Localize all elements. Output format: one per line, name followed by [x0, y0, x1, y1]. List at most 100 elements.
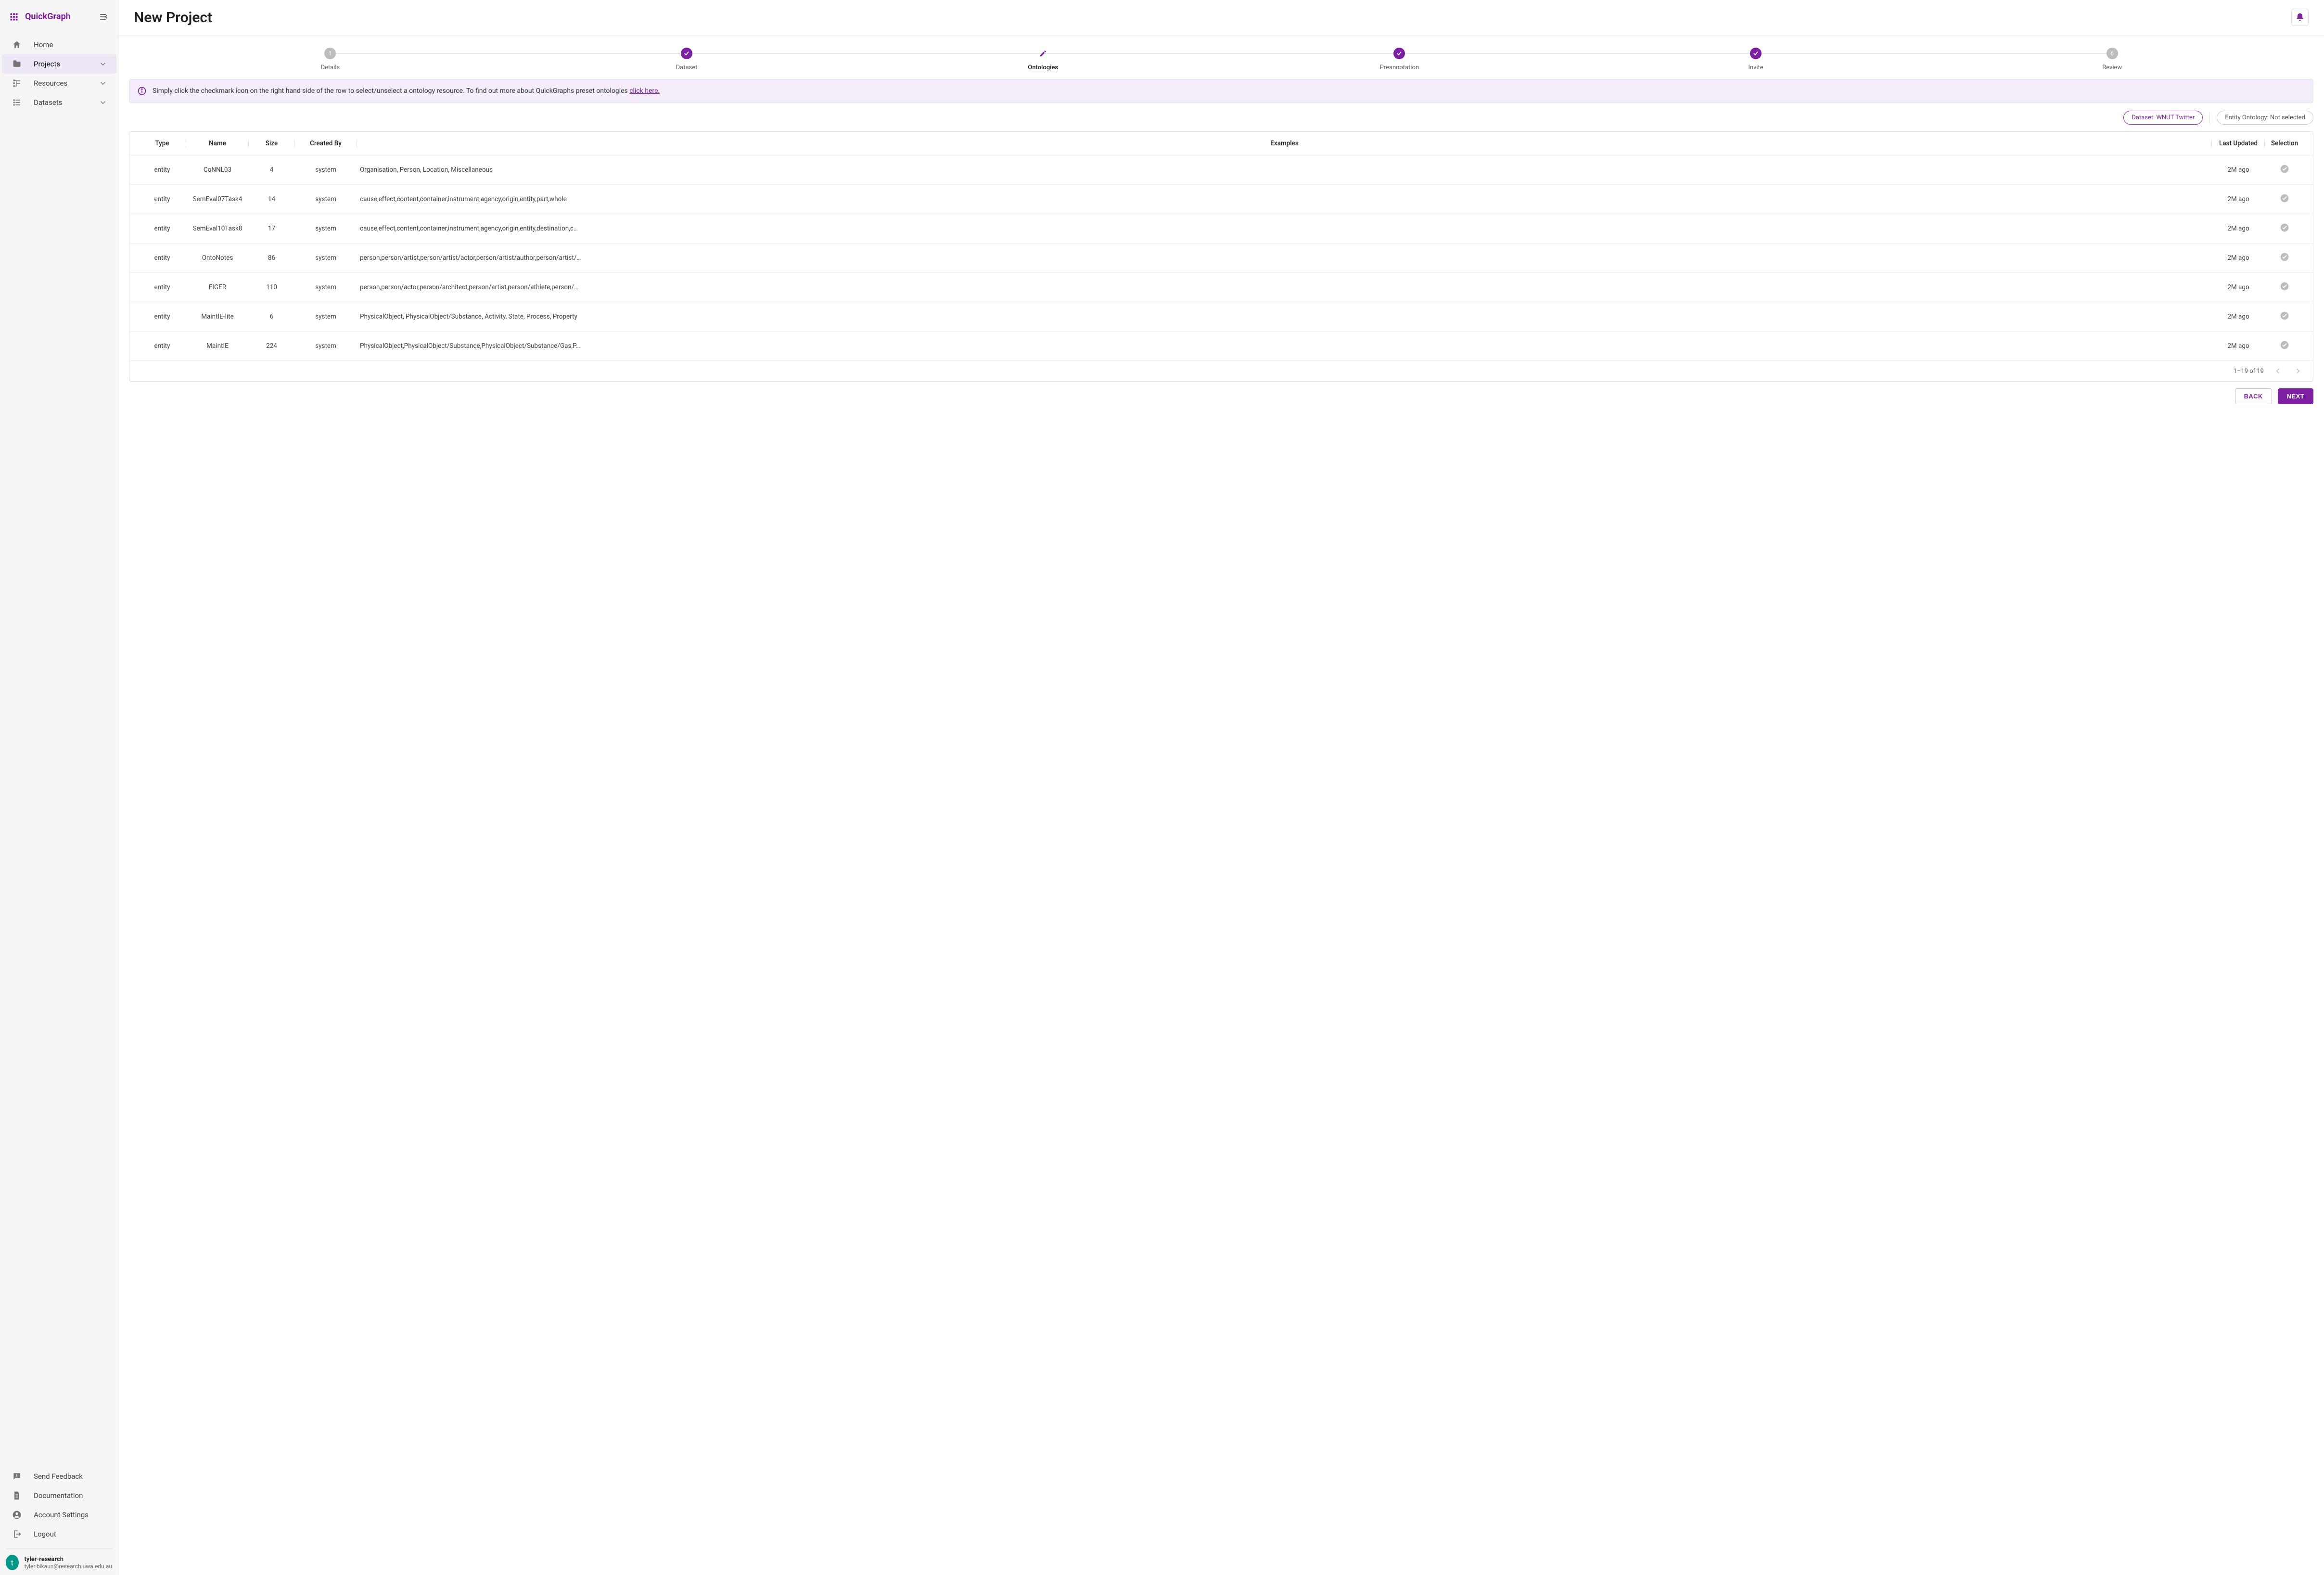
- table-row[interactable]: entity CoNNL03 4 system Organisation, Pe…: [129, 155, 2313, 184]
- notifications-button[interactable]: [2291, 9, 2309, 26]
- cell-name: OntoNotes: [186, 254, 249, 262]
- sidebar-item-label: Logout: [34, 1530, 56, 1538]
- logo[interactable]: QuickGraph: [10, 12, 71, 22]
- cell-selection: [2265, 311, 2304, 322]
- sidebar-item-feedback[interactable]: Send Feedback: [2, 1467, 116, 1486]
- col-size[interactable]: Size: [249, 140, 294, 147]
- col-selection[interactable]: Selection: [2265, 140, 2304, 147]
- cell-updated: 2M ago: [2212, 225, 2265, 232]
- cell-name: MaintIE: [186, 342, 249, 350]
- cell-size: 17: [249, 225, 294, 232]
- table-row[interactable]: entity MaintIE-lite 6 system PhysicalObj…: [129, 302, 2313, 331]
- sidebar-item-resources[interactable]: Resources: [2, 74, 116, 93]
- step-preannotation[interactable]: Preannotation: [1221, 48, 1578, 71]
- sidebar-item-logout[interactable]: Logout: [2, 1524, 116, 1544]
- pagination-next[interactable]: [2292, 365, 2304, 377]
- action-buttons: BACK NEXT: [118, 382, 2324, 413]
- step-dataset[interactable]: Dataset: [509, 48, 865, 71]
- cell-updated: 2M ago: [2212, 313, 2265, 320]
- info-icon: [137, 86, 147, 96]
- step-ontologies[interactable]: Ontologies: [865, 48, 1221, 71]
- chip-separator: [2209, 112, 2210, 124]
- sidebar: QuickGraph Home Projects Resources: [0, 0, 118, 1575]
- cell-created-by: system: [294, 342, 357, 350]
- cell-size: 224: [249, 342, 294, 350]
- cell-name: SemEval07Task4: [186, 195, 249, 203]
- user-block[interactable]: t tyler-research tyler.bikaun@research.u…: [6, 1549, 112, 1570]
- cell-type: entity: [138, 225, 186, 232]
- next-button[interactable]: NEXT: [2278, 388, 2313, 404]
- cell-type: entity: [138, 283, 186, 291]
- cell-updated: 2M ago: [2212, 342, 2265, 350]
- table-row[interactable]: entity MaintIE 224 system PhysicalObject…: [129, 331, 2313, 360]
- select-checkmark-icon[interactable]: [2280, 164, 2289, 174]
- cell-selection: [2265, 340, 2304, 352]
- pagination-info: 1–19 of 19: [2234, 368, 2264, 375]
- back-button[interactable]: BACK: [2235, 388, 2272, 404]
- account-icon: [12, 1510, 22, 1520]
- step-number: 1: [324, 48, 336, 59]
- app-name: QuickGraph: [25, 12, 71, 22]
- sidebar-item-label: Account Settings: [34, 1511, 89, 1519]
- select-checkmark-icon[interactable]: [2280, 340, 2289, 350]
- chevron-down-icon: [99, 60, 107, 68]
- col-created-by[interactable]: Created By: [294, 140, 357, 147]
- select-checkmark-icon[interactable]: [2280, 252, 2289, 262]
- sidebar-collapse-button[interactable]: [99, 12, 108, 22]
- folder-icon: [12, 59, 22, 69]
- cell-examples: Organisation, Person, Location, Miscella…: [357, 166, 2212, 174]
- cell-name: CoNNL03: [186, 166, 249, 174]
- table-row[interactable]: entity FIGER 110 system person,person/ac…: [129, 272, 2313, 302]
- step-review[interactable]: 6 Review: [1934, 48, 2290, 71]
- cell-created-by: system: [294, 254, 357, 262]
- cell-updated: 2M ago: [2212, 195, 2265, 203]
- main-content: New Project 1 Details Dataset Ontologies: [118, 0, 2324, 1575]
- list-icon: [12, 98, 22, 107]
- filter-chips: Dataset: WNUT Twitter Entity Ontology: N…: [118, 111, 2324, 131]
- sidebar-item-label: Documentation: [34, 1491, 83, 1500]
- table-row[interactable]: entity SemEval07Task4 14 system cause,ef…: [129, 184, 2313, 214]
- col-examples[interactable]: Examples: [357, 140, 2212, 147]
- select-checkmark-icon[interactable]: [2280, 311, 2289, 320]
- sidebar-item-label: Resources: [34, 79, 67, 88]
- col-type[interactable]: Type: [138, 140, 186, 147]
- sidebar-item-home[interactable]: Home: [2, 35, 116, 54]
- table-pagination: 1–19 of 19: [129, 360, 2313, 381]
- select-checkmark-icon[interactable]: [2280, 223, 2289, 232]
- dataset-chip[interactable]: Dataset: WNUT Twitter: [2123, 111, 2203, 125]
- select-checkmark-icon[interactable]: [2280, 282, 2289, 291]
- avatar: t: [6, 1555, 19, 1570]
- step-label: Dataset: [676, 64, 698, 71]
- ontology-table: Type Name Size Created By Examples Last …: [129, 131, 2313, 382]
- step-invite[interactable]: Invite: [1578, 48, 1934, 71]
- sidebar-footer: Send Feedback Documentation Account Sett…: [0, 1467, 118, 1544]
- table-row[interactable]: entity SemEval10Task8 17 system cause,ef…: [129, 214, 2313, 243]
- sidebar-item-projects[interactable]: Projects: [2, 54, 116, 74]
- sidebar-item-datasets[interactable]: Datasets: [2, 93, 116, 112]
- cell-examples: PhysicalObject,PhysicalObject/Substance,…: [357, 342, 2212, 350]
- hierarchy-icon: [12, 78, 22, 88]
- chevron-down-icon: [99, 98, 107, 107]
- sidebar-item-account[interactable]: Account Settings: [2, 1505, 116, 1524]
- edit-icon: [1037, 48, 1049, 59]
- entity-ontology-chip[interactable]: Entity Ontology: Not selected: [2217, 111, 2313, 125]
- cell-selection: [2265, 223, 2304, 234]
- col-name[interactable]: Name: [186, 140, 249, 147]
- primary-nav: Home Projects Resources Datasets: [0, 35, 118, 112]
- sidebar-item-documentation[interactable]: Documentation: [2, 1486, 116, 1505]
- cell-created-by: system: [294, 195, 357, 203]
- banner-link[interactable]: click here.: [629, 87, 660, 95]
- cell-type: entity: [138, 342, 186, 350]
- table-header: Type Name Size Created By Examples Last …: [129, 132, 2313, 155]
- step-details[interactable]: 1 Details: [152, 48, 509, 71]
- cell-updated: 2M ago: [2212, 283, 2265, 291]
- cell-created-by: system: [294, 313, 357, 320]
- cell-examples: cause,effect,content,container,instrumen…: [357, 225, 2212, 232]
- table-row[interactable]: entity OntoNotes 86 system person,person…: [129, 243, 2313, 272]
- sidebar-item-label: Send Feedback: [34, 1472, 83, 1481]
- cell-created-by: system: [294, 225, 357, 232]
- col-updated[interactable]: Last Updated: [2212, 140, 2265, 147]
- pagination-prev[interactable]: [2272, 365, 2284, 377]
- select-checkmark-icon[interactable]: [2280, 193, 2289, 203]
- sidebar-item-label: Projects: [34, 60, 60, 68]
